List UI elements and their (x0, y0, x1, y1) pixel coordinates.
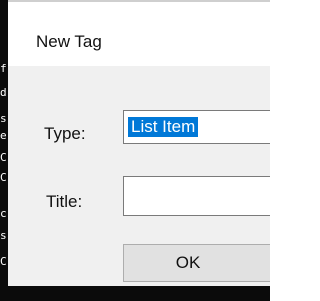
dialog-client-area: Type: List Item Title: OK (8, 66, 270, 286)
title-label: Title: (46, 192, 83, 211)
screenshot-frame: f d s e C C c s C New Tag Type: List Ite… (0, 0, 270, 301)
background-terminal-text: s (0, 229, 7, 242)
background-terminal-text: f (0, 62, 7, 75)
dialog-title: New Tag (36, 32, 102, 51)
background-terminal-text: d (0, 86, 7, 99)
type-label: Type: (44, 124, 86, 143)
dialog-title-bar[interactable]: New Tag (8, 2, 270, 66)
background-terminal-text: C (0, 255, 7, 268)
title-input[interactable] (123, 176, 270, 216)
background-terminal-text: e (0, 129, 7, 142)
background-terminal-text: C (0, 151, 7, 164)
type-dropdown[interactable]: List Item (123, 110, 270, 144)
background-terminal-text: c (0, 207, 7, 220)
screen-bottom-edge (0, 286, 270, 301)
new-tag-dialog: New Tag Type: List Item Title: OK (8, 0, 270, 286)
background-terminal-window: f d s e C C c s C (0, 0, 8, 301)
background-terminal-text: s (0, 112, 7, 125)
ok-button[interactable]: OK (123, 244, 270, 282)
type-selected-value: List Item (128, 117, 199, 137)
background-terminal-text: C (0, 171, 7, 184)
